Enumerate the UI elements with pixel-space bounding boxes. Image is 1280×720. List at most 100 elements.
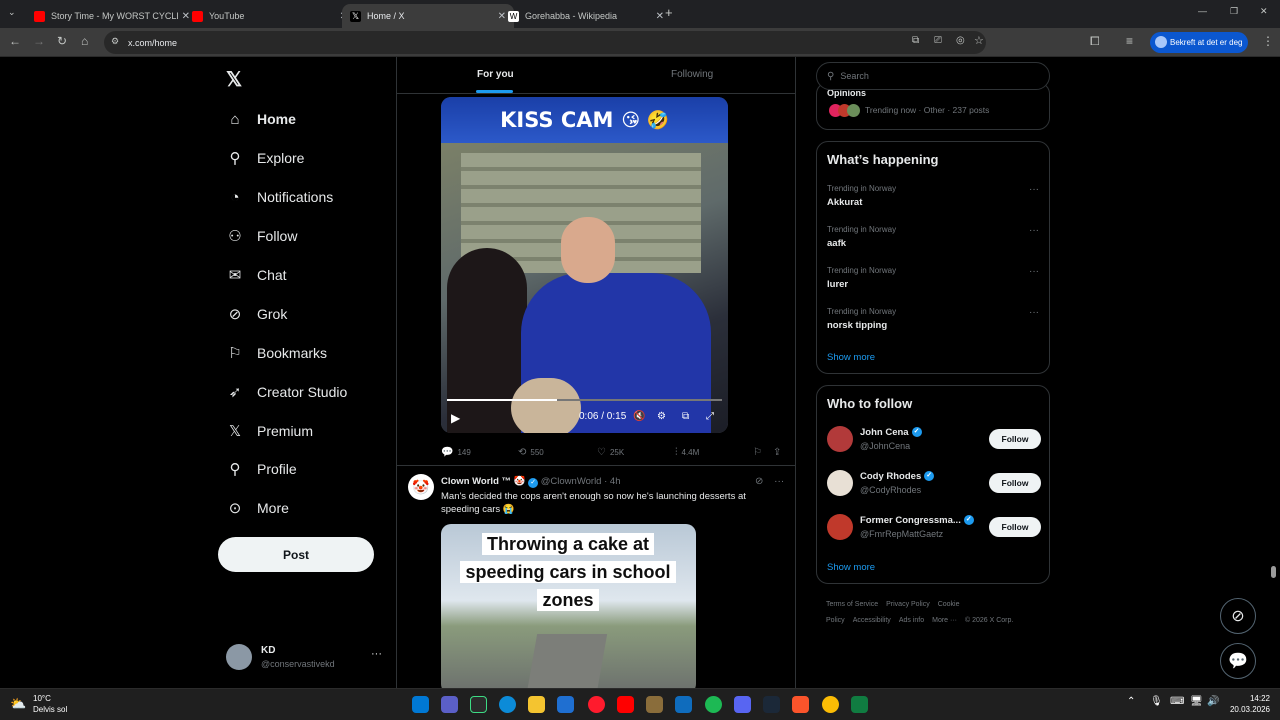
nav-item-more[interactable]: ⊙ More [226,494,289,522]
follow-button[interactable]: Follow [989,429,1041,449]
share-action[interactable]: ⇪ [773,445,785,459]
close-icon[interactable]: ✕ [656,11,664,22]
site-settings-icon[interactable]: ⚙ [111,36,119,47]
footer-link[interactable]: © 2026 X Corp. [965,617,1013,624]
trend-item[interactable]: Trending in Norway lurer ··· [827,266,1039,296]
clock[interactable]: 14:22 20.03.2026 [1226,693,1270,715]
maximize-icon[interactable]: ❐ [1230,6,1238,17]
scrollbar[interactable] [1268,57,1280,688]
avatar[interactable]: 🤡 [408,474,434,500]
nav-item-grok[interactable]: ⊘ Grok [226,300,288,328]
like-action[interactable]: ♡ 25K [597,445,624,459]
more-dots-icon[interactable]: ··· [1029,225,1039,236]
mute-icon[interactable]: 🔇 [633,411,645,422]
tab-for-you[interactable]: For you [477,69,514,80]
spotify-icon[interactable] [705,696,722,713]
show-more-link[interactable]: Show more [827,562,875,573]
outlook-icon[interactable] [675,696,692,713]
nav-item-bookmarks[interactable]: ⚐ Bookmarks [226,339,327,367]
scrollbar-thumb[interactable] [1271,566,1276,578]
translate-icon[interactable]: ⧉ [912,35,919,46]
nav-item-chat[interactable]: ✉ Chat [226,261,287,289]
nav-item-notifications[interactable]: ◔ Notifications [226,183,333,211]
nav-item-home[interactable]: ⌂ Home [226,105,295,133]
new-tab-icon[interactable]: + [665,5,673,20]
start-icon[interactable] [412,696,429,713]
nav-item-premium[interactable]: 𝕏 Premium [226,417,313,445]
views-action[interactable]: ⫶ 4.4M [675,445,699,459]
discord-icon[interactable] [734,696,751,713]
post-button[interactable]: Post [218,537,374,572]
follow-suggestion[interactable]: John Cena ✓ @JohnCena Follow [827,424,1041,456]
trend-item[interactable]: Trending in Norway aafk ··· [827,225,1039,255]
address-bar[interactable]: ⚙ x.com/home ⧉ ⎚ ◎ ☆ [104,31,986,54]
grok-icon[interactable]: ⊘ [755,476,763,487]
file-explorer-icon[interactable] [528,696,545,713]
footer-link[interactable]: Privacy Policy [886,601,930,608]
footer-link[interactable]: Ads info [899,617,924,624]
bookmark-star-icon[interactable]: ☆ [974,34,984,47]
pip-icon[interactable]: ⧉ [682,411,689,422]
more-dots-icon[interactable]: ··· [774,476,784,487]
trend-item[interactable]: Trending in Norway Akkurat ··· [827,184,1039,214]
tab-following[interactable]: Following [671,69,713,80]
reply-action[interactable]: 💬 149 [441,445,471,459]
trend-item[interactable]: Trending in Norway norsk tipping ··· [827,307,1039,337]
home-icon[interactable]: ⌂ [81,34,88,48]
more-dots-icon[interactable]: ··· [371,648,382,660]
tweet-time[interactable]: · 4h [604,476,620,487]
window-close-icon[interactable]: ✕ [1260,6,1268,17]
extensions-icon[interactable]: ⧠ [1090,34,1100,49]
follow-button[interactable]: Follow [989,517,1041,537]
settings-icon[interactable]: ⚙ [657,411,666,422]
more-dots-icon[interactable]: ··· [1029,184,1039,195]
menu-icon[interactable]: ⋮ [1262,34,1274,48]
tweet-media[interactable]: Throwing a cake at speeding cars in scho… [441,524,696,688]
nav-item-creator-studio[interactable]: ➶ Creator Studio [226,378,348,406]
fullscreen-icon[interactable]: ⤢ [706,411,714,422]
chevron-up-icon[interactable]: ⌃ [1127,696,1135,707]
reading-list-icon[interactable]: ≡ [1126,34,1133,48]
browser-tab[interactable]: YouTube ✕ [184,4,356,28]
back-icon[interactable]: ← [9,34,21,48]
browser-tab[interactable]: Story Time - My WORST CYCLE ✕ [26,4,198,28]
more-dots-icon[interactable]: ··· [1029,266,1039,277]
browser-tab[interactable]: W Gorehabba - Wikipedia ✕ [500,4,672,28]
show-more-link[interactable]: Show more [827,352,875,363]
search-input[interactable]: ⚲ Search [816,62,1050,90]
tweet-author-name[interactable]: Clown World ™ [441,476,511,487]
microphone-icon[interactable]: 🎙 [1150,696,1163,707]
video-player[interactable]: KISS CAM 😘 🤣 ▶ 0:06 / 0:15 🔇 ⚙ ⧉ ⤢ [441,97,728,433]
app-icon[interactable] [646,696,663,713]
reload-icon[interactable]: ↻ [57,34,67,48]
footer-link[interactable]: Terms of Service [826,601,878,608]
minimize-icon[interactable]: — [1198,6,1207,16]
browser-tab-active[interactable]: 𝕏 Home / X ✕ [342,4,514,28]
app-icon[interactable] [470,696,487,713]
follow-suggestion[interactable]: Former Congressma... ✓ @FmrRepMattGaetz Fol… [827,512,1041,544]
steam-icon[interactable] [763,696,780,713]
account-switcher[interactable]: KD @conservastivekd ··· [226,642,386,678]
tab-search-icon[interactable]: ⌄ [8,7,16,18]
footer-link[interactable]: Accessibility [853,617,891,624]
keyboard-icon[interactable]: ⌨ [1170,696,1184,707]
x-logo-icon[interactable]: 𝕏 [226,67,242,92]
bookmark-action[interactable]: ⚐ [753,445,766,459]
eye-off-icon[interactable]: ◎ [956,35,965,46]
network-icon[interactable]: 🖥 [1190,696,1203,707]
nav-item-explore[interactable]: ⚲ Explore [226,144,305,172]
chrome-icon[interactable] [822,696,839,713]
grok-fab-icon[interactable]: ⊘ [1220,598,1256,634]
footer-link[interactable]: More ··· [932,617,957,624]
excel-icon[interactable] [851,696,868,713]
forward-icon[interactable]: → [33,34,45,48]
youtube-icon[interactable] [617,696,634,713]
cast-icon[interactable]: ⎚ [934,35,942,46]
more-dots-icon[interactable]: ··· [1029,307,1039,318]
volume-icon[interactable]: 🔊 [1207,696,1219,707]
chat-fab-icon[interactable]: 💬 [1220,643,1256,679]
repost-action[interactable]: ⟲ 550 [518,445,544,459]
follow-button[interactable]: Follow [989,473,1041,493]
play-icon[interactable]: ▶ [451,411,460,425]
teams-icon[interactable] [441,696,458,713]
